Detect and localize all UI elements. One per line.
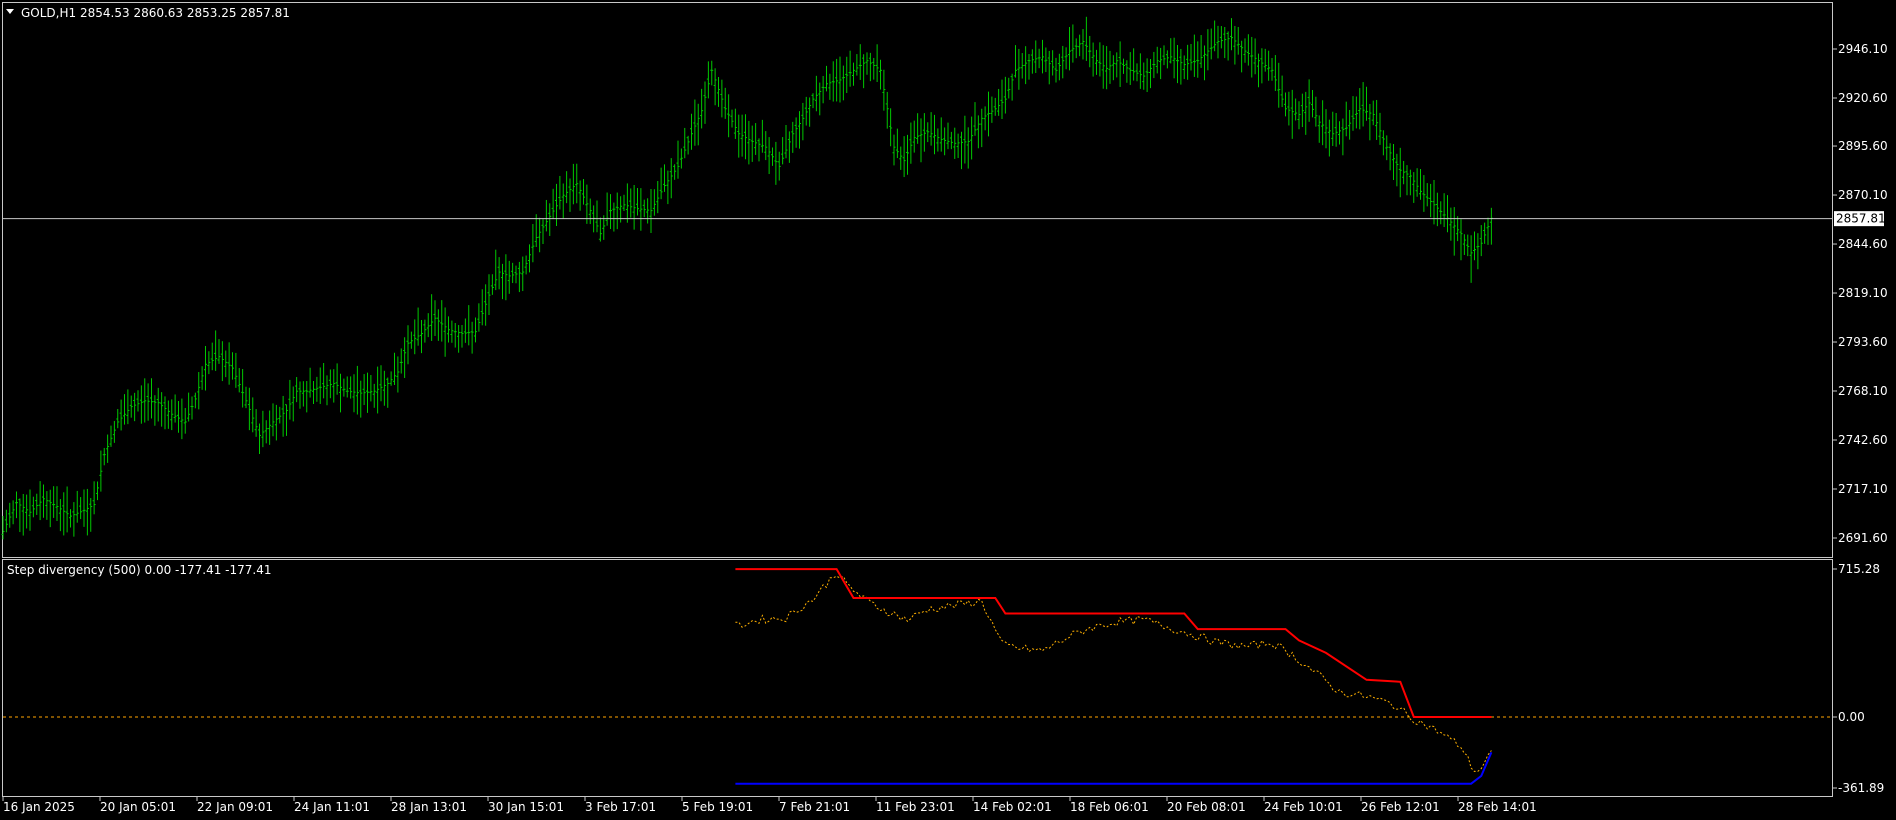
time-tick-label: 3 Feb 17:01	[585, 800, 656, 814]
price-tick-label: 2895.60	[1838, 139, 1888, 153]
time-tick-label: 28 Jan 13:01	[391, 800, 467, 814]
price-tick-label: 2819.10	[1838, 286, 1888, 300]
price-tick-label: 2844.60	[1838, 237, 1888, 251]
time-tick-label: 20 Jan 05:01	[100, 800, 176, 814]
trading-chart: 2946.10 2920.60 2895.60 2870.10 2844.60 2819.…	[0, 0, 1896, 820]
time-tick-label: 16 Jan 2025	[3, 800, 75, 814]
indicator-tick-label: -361.89	[1838, 781, 1884, 795]
price-tick-label: 2946.10	[1838, 42, 1888, 56]
time-tick-label: 24 Jan 11:01	[294, 800, 370, 814]
time-tick-label: 20 Feb 08:01	[1167, 800, 1246, 814]
price-tick-label: 2870.10	[1838, 188, 1888, 202]
price-tick-label: 2768.10	[1838, 384, 1888, 398]
indicator-tick-label: 715.28	[1838, 562, 1880, 576]
time-tick-label: 18 Feb 06:01	[1070, 800, 1149, 814]
indicator-header: Step divergency (500) 0.00 -177.41 -177.…	[7, 563, 271, 577]
price-tick-label: 2691.60	[1838, 531, 1888, 545]
time-tick-label: 14 Feb 02:01	[973, 800, 1052, 814]
price-tick-label: 2742.60	[1838, 433, 1888, 447]
time-tick-label: 28 Feb 14:01	[1458, 800, 1537, 814]
price-tick-label: 2717.10	[1838, 482, 1888, 496]
time-tick-label: 22 Jan 09:01	[197, 800, 273, 814]
ohlc-values: 2854.53 2860.63 2853.25 2857.81	[80, 6, 290, 20]
time-tick-label: 24 Feb 10:01	[1264, 800, 1343, 814]
symbol-header: GOLD,H1 2854.53 2860.63 2853.25 2857.81	[6, 6, 290, 20]
time-tick-label: 7 Feb 21:01	[779, 800, 850, 814]
price-tick-label: 2920.60	[1838, 91, 1888, 105]
current-price-label: 2857.81	[1836, 212, 1886, 226]
price-tick-label: 2793.60	[1838, 335, 1888, 349]
symbol-label: GOLD,H1	[21, 6, 76, 20]
time-tick-label: 11 Feb 23:01	[876, 800, 955, 814]
time-tick-label: 5 Feb 19:01	[682, 800, 753, 814]
current-price-tag: 2857.81	[1834, 211, 1886, 227]
time-tick-label: 26 Feb 12:01	[1361, 800, 1440, 814]
indicator-tick-label: 0.00	[1838, 710, 1865, 724]
time-tick-label: 30 Jan 15:01	[488, 800, 564, 814]
